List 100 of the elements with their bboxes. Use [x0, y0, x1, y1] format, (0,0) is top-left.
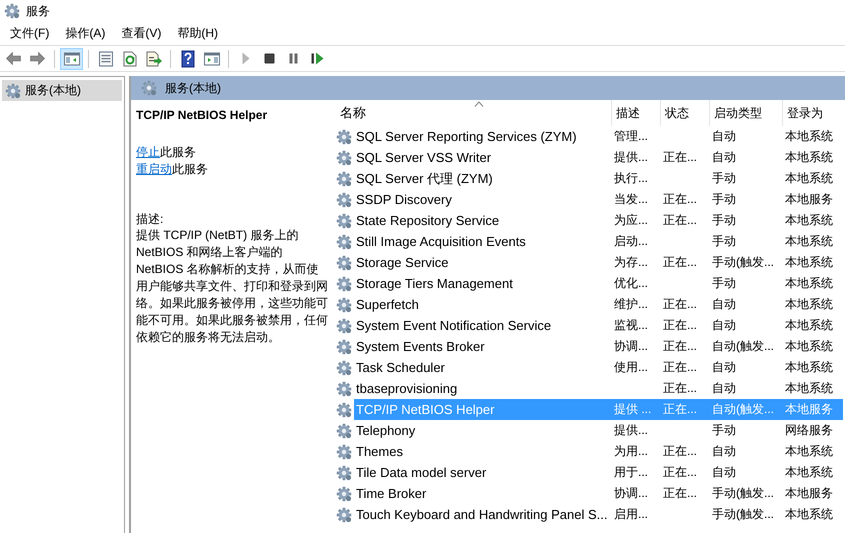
table-cell-text: 正在...	[662, 464, 698, 481]
action-text: 重启动此服务	[136, 161, 209, 178]
table-cell: 正在...	[661, 399, 710, 420]
back-arrow-icon	[6, 52, 21, 65]
table-cell-text: 正在...	[662, 443, 698, 460]
column-header[interactable]: 登录为	[783, 100, 843, 126]
table-cell-text: 自动	[711, 317, 737, 334]
table-cell-text: 本地服务	[784, 485, 834, 502]
table-row[interactable]: Storage Service	[354, 252, 612, 273]
gear-icon	[336, 402, 352, 418]
pane-title: 服务(本地)	[165, 80, 221, 96]
table-row[interactable]: SQL Server Reporting Services (ZYM)	[354, 126, 612, 147]
table-cell-text: 自动	[711, 359, 737, 376]
table-cell: 本地服务	[783, 399, 843, 420]
table-cell-text: 手动(触发...	[711, 485, 775, 502]
table-row[interactable]: SSDP Discovery	[354, 189, 612, 210]
table-cell-text: 执行...	[613, 170, 650, 187]
table-row[interactable]: Still Image Acquisition Events	[354, 231, 612, 252]
table-cell-text: 手动	[711, 191, 737, 208]
table-cell-text: 正在...	[662, 254, 698, 271]
table-cell-text: 正在...	[662, 380, 698, 397]
table-cell-text: 本地系统	[784, 359, 834, 376]
table-cell-text: 自动	[711, 443, 737, 460]
table-cell-text: 本地系统	[784, 464, 834, 481]
table-cell-text: 为应...	[613, 212, 650, 229]
stop-icon	[264, 53, 275, 64]
table-cell-text: 本地系统	[784, 170, 834, 187]
table-cell-text: 本地系统	[784, 149, 834, 166]
gear-icon	[336, 170, 352, 186]
column-header[interactable]: 启动类型	[710, 100, 783, 126]
table-cell-text: 本地系统	[784, 128, 834, 145]
table-cell-text: 本地系统	[784, 443, 834, 460]
gear-icon	[336, 380, 352, 396]
table-cell-text: 手动	[711, 233, 737, 250]
table-cell-text: 使用...	[613, 359, 650, 376]
table-row[interactable]: tbaseprovisioning	[354, 378, 612, 399]
table-cell-text: 本地系统	[784, 338, 834, 355]
app-icon	[4, 3, 20, 19]
table-row[interactable]: Task Scheduler	[354, 357, 612, 378]
action-text: 停止此服务	[136, 144, 197, 161]
table-cell-text: 本地系统	[784, 254, 834, 271]
table-cell-text: 自动(触发...	[711, 338, 775, 355]
gear-icon	[336, 150, 352, 166]
tree-item[interactable]: 服务(本地)	[2, 80, 122, 101]
table-cell-text: 自动	[711, 296, 737, 313]
window-icon	[62, 50, 80, 68]
menu-item[interactable]: 文件(F)	[2, 23, 58, 44]
resume-icon	[311, 52, 324, 65]
table-row[interactable]: System Event Notification Service	[354, 315, 612, 336]
gear-icon	[336, 212, 352, 228]
table-cell-text: 网络服务	[784, 422, 834, 439]
description-text: 提供 TCP/IP (NetBT) 服务上的 NetBIOS 和网络上客户端的 NetBIOS 名称解析的支持，从而使用户能够共享文件、打印和登录到网络。如果此服务被停用，这些功能可能不可用。如果此服务被禁用，任何依赖它的服务将无法启动。	[136, 227, 328, 346]
table-cell-text: 正在...	[662, 149, 698, 166]
gear-icon	[336, 422, 352, 438]
service-name: TCP/IP NetBIOS Helper	[136, 108, 268, 122]
column-header[interactable]: 描述	[612, 100, 661, 126]
table-cell: 提供 ...	[612, 399, 661, 420]
menu-item[interactable]: 查看(V)	[113, 23, 170, 44]
column-header[interactable]: 状态	[661, 100, 710, 126]
table-cell-text: 提供...	[613, 422, 650, 439]
gear-icon	[336, 254, 352, 270]
table-cell-text: 本地系统	[784, 233, 834, 250]
action-link[interactable]: 重启动	[136, 162, 172, 176]
table-row[interactable]: Themes	[354, 441, 612, 462]
table-row[interactable]: State Repository Service	[354, 210, 612, 231]
table-row[interactable]: Time Broker	[354, 483, 612, 504]
description-label: 描述:	[136, 211, 164, 227]
menu-item[interactable]: 操作(A)	[57, 23, 114, 44]
table-row[interactable]: Touch Keyboard and Handwriting Panel S...	[354, 504, 612, 525]
table-row[interactable]: Tile Data model server	[354, 462, 612, 483]
gear-icon	[141, 80, 157, 96]
gear-icon	[336, 192, 352, 208]
table-row[interactable]: Storage Tiers Management	[354, 273, 612, 294]
menu-item[interactable]: 帮助(H)	[169, 23, 226, 44]
table-row[interactable]: SQL Server VSS Writer	[354, 147, 612, 168]
table-cell-text: 维护...	[613, 296, 650, 313]
table-cell-text: 正在...	[662, 317, 698, 334]
action-link[interactable]: 停止	[136, 145, 160, 159]
gear-icon	[336, 296, 352, 312]
table-cell-text: 手动	[711, 275, 737, 292]
table-cell-text: 手动	[711, 212, 737, 229]
table-row[interactable]: Superfetch	[354, 294, 612, 315]
document-icon	[96, 50, 114, 68]
table-cell-text: 手动(触发...	[711, 254, 775, 271]
table-cell-text: 监视...	[613, 317, 650, 334]
table-cell-text: 手动	[711, 170, 737, 187]
table-cell-text: 自动	[711, 149, 737, 166]
gear-icon	[336, 464, 352, 480]
table-cell-text: 自动	[711, 380, 737, 397]
table-row[interactable]: SQL Server 代理 (ZYM)	[354, 168, 612, 189]
gear-icon	[336, 276, 352, 292]
table-cell-text: 正在...	[662, 359, 698, 376]
table-cell-text: 本地系统	[784, 317, 834, 334]
table-cell-text: 启用...	[613, 506, 650, 523]
gear-icon	[336, 486, 352, 502]
gear-icon	[336, 444, 352, 460]
table-row[interactable]: Telephony	[354, 420, 612, 441]
table-cell-text: 用于...	[613, 464, 650, 481]
refresh-icon	[120, 50, 138, 68]
table-row[interactable]: System Events Broker	[354, 336, 612, 357]
